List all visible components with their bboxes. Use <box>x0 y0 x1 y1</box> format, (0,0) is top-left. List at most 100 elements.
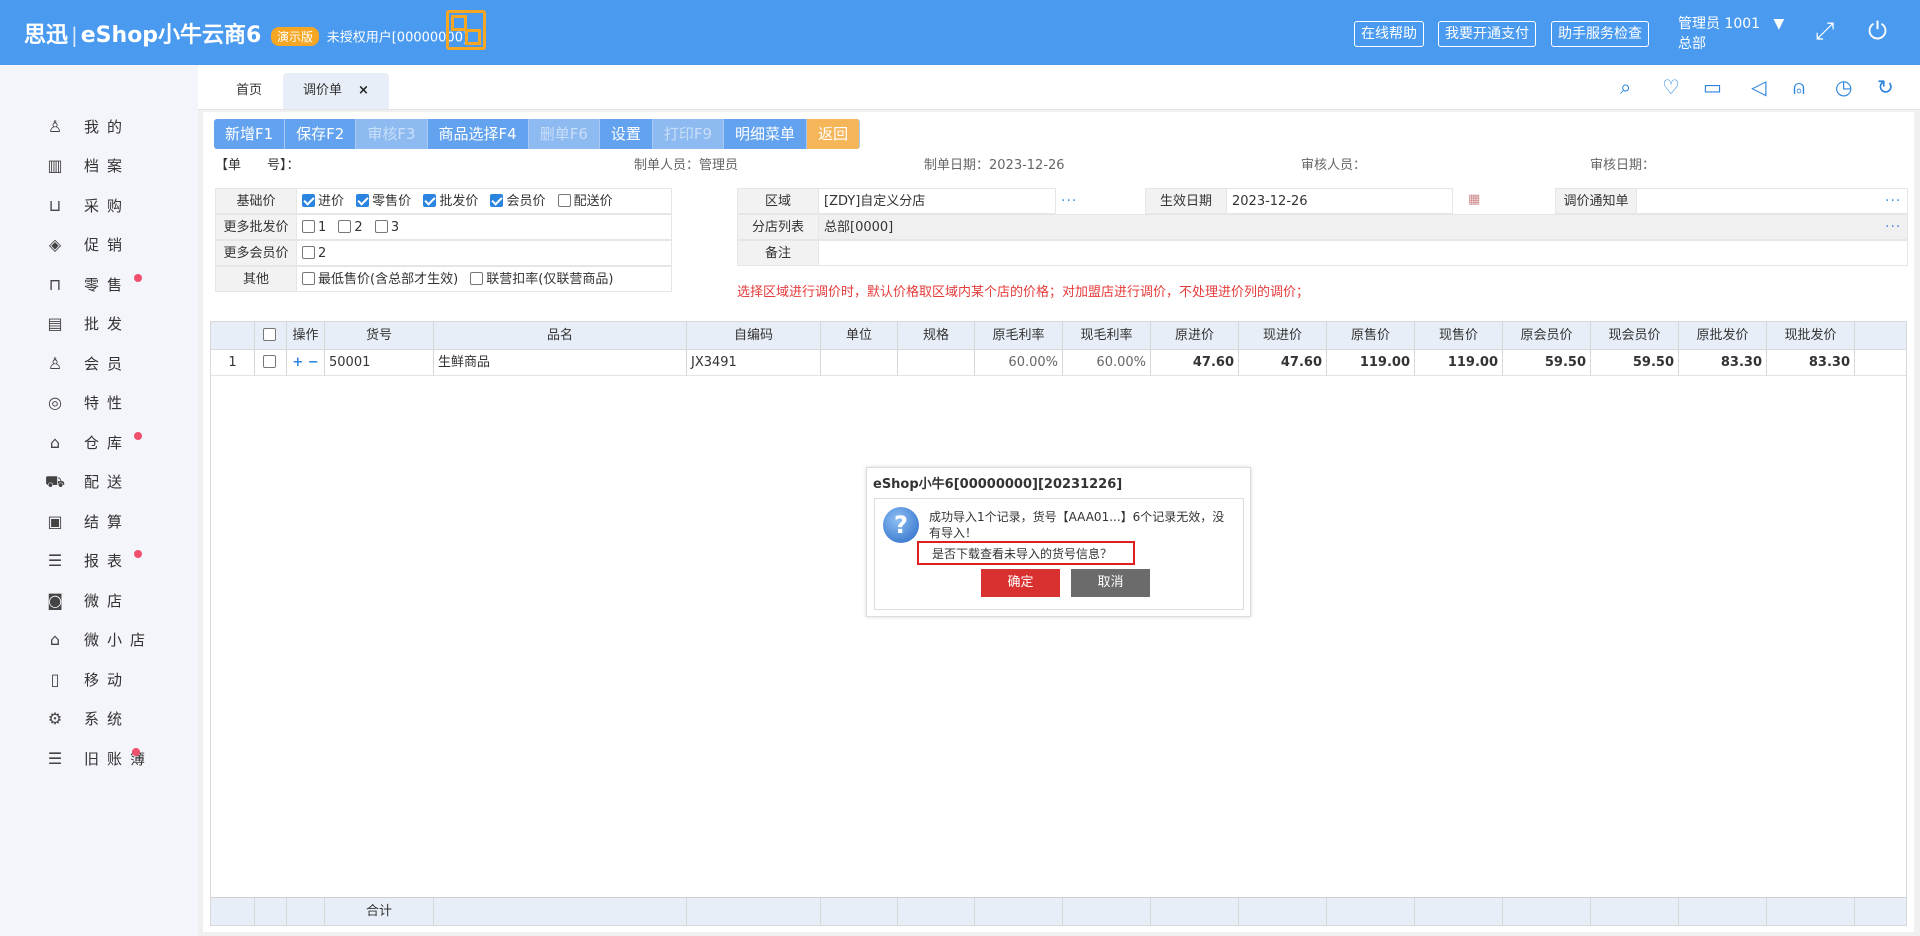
calendar-icon[interactable]: ▦ <box>1468 192 1481 207</box>
new-button[interactable]: 新增F1 <box>214 119 286 149</box>
cell-unit[interactable] <box>821 350 898 376</box>
footer-cell <box>211 898 255 926</box>
footer-cell <box>1503 898 1591 926</box>
select-all-checkbox[interactable] <box>255 322 287 350</box>
footer-cell <box>255 898 287 926</box>
cell-item-name[interactable]: 生鲜商品 <box>434 350 687 376</box>
sidebar-item-mine[interactable]: ♙ 我的 <box>44 112 130 142</box>
cell-item-code[interactable]: 50001 <box>325 350 434 376</box>
sidebar-item-purchase[interactable]: ⊔ 采购 <box>44 191 130 221</box>
service-check-button[interactable]: 助手服务检查 <box>1551 21 1649 47</box>
cell-old-member[interactable]: 59.50 <box>1503 350 1591 376</box>
checkbox-retail[interactable]: 零售价 <box>356 194 411 209</box>
price-notice-field[interactable] <box>1636 188 1908 214</box>
col-new-member: 现会员价 <box>1591 322 1679 350</box>
sidebar-item-report[interactable]: ☰ 报表 <box>44 546 142 576</box>
region-field[interactable]: [ZDY]自定义分店 <box>818 188 1056 214</box>
tab-price-adjust[interactable]: 调价单 × <box>283 73 389 109</box>
clock-icon[interactable]: ◷ <box>1835 75 1852 99</box>
audit-button[interactable]: 审核F3 <box>356 119 428 149</box>
effective-date-field[interactable]: 2023-12-26 <box>1226 188 1453 214</box>
cell-old-price[interactable]: 119.00 <box>1327 350 1415 376</box>
sidebar-item-promotion[interactable]: ◈ 促销 <box>44 230 130 260</box>
bag-icon: ⊓ <box>48 275 62 294</box>
sidebar-item-member[interactable]: ♙ 会员 <box>44 349 130 379</box>
cell-new-wholesale[interactable]: 83.30 <box>1767 350 1855 376</box>
save-button[interactable]: 保存F2 <box>285 119 357 149</box>
folder-icon[interactable]: ▭ <box>1703 75 1722 99</box>
sidebar-item-settlement[interactable]: ▣ 结算 <box>44 507 130 537</box>
branch-list-field[interactable]: 总部[0000] <box>818 214 1908 240</box>
cell-old-margin[interactable]: 60.00% <box>975 350 1063 376</box>
cell-new-price[interactable]: 119.00 <box>1415 350 1503 376</box>
notice-picker-icon[interactable]: ··· <box>1885 193 1901 209</box>
sidebar-item-wholesale[interactable]: ▤ 批发 <box>44 309 130 339</box>
brand-logo: 思迅 | eShop小牛云商6 演示版 未授权用户[00000000] <box>24 23 469 48</box>
cell-self-code[interactable]: JX3491 <box>687 350 821 376</box>
price-adjust-grid: 操作 货号 品名 自编码 单位 规格 原毛利率 现毛利率 原进价 现进价 原售价… <box>210 321 1907 926</box>
sidebar-item-retail[interactable]: ⊓ 零售 <box>44 270 142 300</box>
checkbox-wholesale[interactable]: 批发价 <box>423 194 478 209</box>
cell-spec[interactable] <box>898 350 975 376</box>
print-button[interactable]: 打印F9 <box>652 119 725 149</box>
region-picker-icon[interactable]: ··· <box>1061 193 1077 209</box>
sidebar-item-feature[interactable]: ◎ 特性 <box>44 388 130 418</box>
sidebar-item-old-ledger[interactable]: ☰ 旧账簿 <box>44 744 153 774</box>
footer-cell <box>687 898 821 926</box>
checkbox-checked-icon <box>423 194 437 207</box>
cell-old-wholesale[interactable]: 83.30 <box>1679 350 1767 376</box>
cell-new-cost[interactable]: 47.60 <box>1239 350 1327 376</box>
row-checkbox[interactable] <box>255 350 287 376</box>
checkbox-min-price[interactable]: 最低售价(含总部才生效) <box>302 272 458 287</box>
checkbox-cost[interactable]: 进价 <box>302 194 344 209</box>
sidebar-item-mobile[interactable]: ▯ 移动 <box>44 665 130 695</box>
tab-home[interactable]: 首页 <box>216 73 282 109</box>
checkbox-delivery[interactable]: 配送价 <box>557 194 613 209</box>
report-icon: ☰ <box>47 551 63 570</box>
footer-total-label: 合计 <box>325 898 434 926</box>
add-row-icon[interactable]: + <box>292 355 303 370</box>
speaker-icon[interactable]: ◁ <box>1751 75 1766 99</box>
checkbox-member[interactable]: 会员价 <box>490 194 545 209</box>
refresh-icon[interactable]: ↻ <box>1877 75 1894 99</box>
ok-button[interactable]: 确定 <box>981 569 1060 597</box>
heart-icon[interactable]: ♡ <box>1662 75 1680 99</box>
sidebar-item-system[interactable]: ⚙ 系统 <box>44 704 130 734</box>
cell-new-member[interactable]: 59.50 <box>1591 350 1679 376</box>
return-button[interactable]: 返回 <box>807 119 861 149</box>
online-help-button[interactable]: 在线帮助 <box>1354 21 1424 47</box>
qr-code-icon[interactable] <box>446 10 486 50</box>
close-icon[interactable]: × <box>358 83 369 98</box>
fullscreen-icon[interactable]: ⤢ <box>1815 17 1834 45</box>
cell-old-cost[interactable]: 47.60 <box>1151 350 1239 376</box>
select-product-button[interactable]: 商品选择F4 <box>427 119 529 149</box>
sidebar-item-delivery[interactable]: ⛟ 配送 <box>44 467 130 497</box>
power-icon[interactable]: ⏻ <box>1868 17 1887 45</box>
admin-menu[interactable]: 管理员 1001 ▼ 总部 <box>1678 14 1784 54</box>
remove-row-icon[interactable]: − <box>308 355 319 370</box>
detail-menu-button[interactable]: 明细菜单 <box>724 119 808 149</box>
base-price-label: 基础价 <box>215 188 297 214</box>
sidebar-item-archive[interactable]: ▥ 档案 <box>44 151 130 181</box>
alarm-light-icon[interactable]: ⍝ <box>1793 75 1805 99</box>
branch-picker-icon[interactable]: ··· <box>1885 219 1901 235</box>
cell-new-margin[interactable]: 60.00% <box>1063 350 1151 376</box>
table-row[interactable]: 1 + − 50001 生鲜商品 JX3491 60.00% 60.00% 47… <box>211 350 1906 376</box>
checkbox-wholesale-1[interactable]: 1 <box>302 220 326 235</box>
remark-field[interactable] <box>818 240 1908 266</box>
checkbox-member-2[interactable]: 2 <box>302 246 326 261</box>
checkbox-checked-icon <box>356 194 370 207</box>
checkbox-empty-icon <box>262 328 276 341</box>
toolbar: 新增F1 保存F2 审核F3 商品选择F4 删单F6 设置 打印F9 明细菜单 … <box>214 119 861 149</box>
checkbox-joint-rate[interactable]: 联营扣率(仅联营商品) <box>470 272 613 287</box>
sidebar-item-mini-shop[interactable]: ⌂ 微小店 <box>44 625 153 655</box>
delete-button[interactable]: 删单F6 <box>528 119 600 149</box>
checkbox-wholesale-3[interactable]: 3 <box>374 220 399 235</box>
sidebar-item-wechat-shop[interactable]: ◙ 微店 <box>44 586 130 616</box>
search-icon[interactable]: ⌕ <box>1620 75 1631 99</box>
settings-button[interactable]: 设置 <box>599 119 653 149</box>
checkbox-wholesale-2[interactable]: 2 <box>338 220 363 235</box>
sidebar-item-warehouse[interactable]: ⌂ 仓库 <box>44 428 142 458</box>
open-payment-button[interactable]: 我要开通支付 <box>1438 21 1536 47</box>
cancel-button[interactable]: 取消 <box>1071 569 1150 597</box>
